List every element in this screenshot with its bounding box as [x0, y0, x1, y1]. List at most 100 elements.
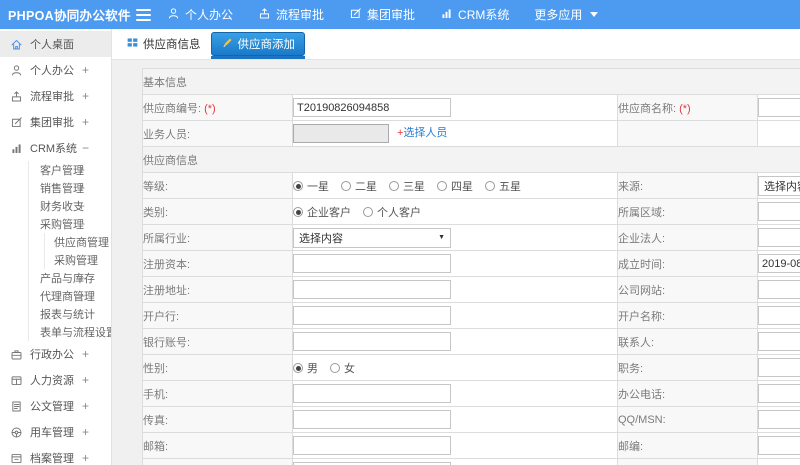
sidebar-item-personal-desktop[interactable]: 个人桌面 — [0, 31, 111, 57]
level-radio-1[interactable]: 二星 — [341, 178, 377, 194]
email-input[interactable] — [293, 436, 451, 455]
sidebar-item-supplier-mgmt[interactable]: 供应商管理 — [0, 233, 111, 251]
region-input[interactable] — [758, 202, 800, 221]
radio-button-icon[interactable] — [363, 206, 373, 217]
field-label: 邮箱: — [143, 440, 169, 453]
form-scroll-area: 基本信息供应商编号:(*)供应商名称:(*)业务人员:+选择人员供应商信息等级:… — [112, 60, 800, 465]
label-registered-capital: 注册资本: — [142, 250, 293, 277]
cell-legal-person — [757, 224, 800, 251]
tab-supplier-add-button[interactable]: 供应商添加 — [210, 32, 305, 56]
expander-icon[interactable]: + — [78, 289, 85, 303]
label-legal-person: 企业法人: — [617, 224, 758, 251]
fax-input[interactable] — [293, 410, 451, 429]
mobile-input[interactable] — [293, 384, 451, 403]
registered-address-input[interactable] — [293, 280, 451, 299]
label-address: 地址: — [142, 458, 293, 465]
label-empty-2 — [617, 458, 758, 465]
job-title-input[interactable] — [758, 358, 800, 377]
sidebar-item-archive-mgmt[interactable]: 档案管理 + — [0, 445, 111, 465]
topnav-item-workflow-approval[interactable]: 流程审批 — [258, 6, 324, 23]
expander-icon[interactable]: − — [82, 141, 89, 155]
chart-icon — [440, 7, 453, 23]
radio-button-icon[interactable] — [293, 362, 303, 373]
level-radio-3[interactable]: 四星 — [437, 178, 473, 194]
sidebar-item-group-approval[interactable]: 集团审批 + — [0, 109, 111, 135]
sidebar-item-human-resources[interactable]: 人力资源 + — [0, 367, 111, 393]
tab-supplier-info[interactable]: 供应商信息 — [126, 36, 201, 52]
bank-branch-input[interactable] — [293, 306, 451, 325]
gender-radio-1[interactable]: 女 — [330, 360, 355, 376]
expander-icon[interactable]: + — [78, 271, 85, 285]
category-radio-0[interactable]: 企业客户 — [293, 204, 351, 220]
expander-icon[interactable]: + — [78, 163, 85, 177]
sidebar-item-purchase-mgmt[interactable]: 采购管理 — [0, 251, 111, 269]
sidebar-item-personal-office[interactable]: 个人办公 + — [0, 57, 111, 83]
radio-button-icon[interactable] — [485, 180, 495, 191]
office-phone-input[interactable] — [758, 384, 800, 403]
sidebar-item-form-flow-settings[interactable]: 表单与流程设置+ — [0, 323, 111, 341]
sidebar-item-finance-inout[interactable]: 财务收支 + — [0, 197, 111, 215]
gender-radio-0[interactable]: 男 — [293, 360, 318, 376]
level-radio-2[interactable]: 三星 — [389, 178, 425, 194]
business-person-input[interactable] — [293, 124, 389, 143]
radio-button-icon[interactable] — [330, 362, 340, 373]
radio-button-icon[interactable] — [341, 180, 351, 191]
registered-capital-input[interactable] — [293, 254, 451, 273]
bank-account-input[interactable] — [293, 332, 451, 351]
source-select[interactable]: 选择内容▼ — [758, 175, 800, 196]
expander-icon[interactable]: + — [82, 425, 89, 439]
radio-button-icon[interactable] — [293, 180, 303, 191]
sidebar-item-agent-mgmt[interactable]: 代理商管理 + — [0, 287, 111, 305]
postcode-input[interactable] — [758, 436, 800, 455]
radio-button-icon[interactable] — [389, 180, 399, 191]
hamburger-menu-icon[interactable] — [136, 6, 151, 24]
sidebar-item-workflow-approval[interactable]: 流程审批 + — [0, 83, 111, 109]
sidebar-item-sales-mgmt[interactable]: 销售管理 + — [0, 179, 111, 197]
sidebar-item-purchase-mgmt-group[interactable]: 采购管理 − — [0, 215, 111, 233]
sidebar-item-product-inventory[interactable]: 产品与库存 + — [0, 269, 111, 287]
topnav-item-crm-system[interactable]: CRM系统 — [440, 6, 509, 23]
expander-icon[interactable]: + — [82, 63, 89, 77]
legal-person-input[interactable] — [758, 228, 800, 247]
cell-supplier-name — [757, 94, 800, 121]
supplier-form-table: 基本信息供应商编号:(*)供应商名称:(*)业务人员:+选择人员供应商信息等级:… — [142, 68, 800, 465]
supplier-code-input[interactable] — [293, 98, 451, 117]
sidebar-item-label: 行政办公 — [30, 349, 74, 361]
qq-msn-input[interactable] — [758, 410, 800, 429]
field-label: 办公电话: — [618, 388, 666, 401]
sidebar-item-customer-mgmt[interactable]: 客户管理 + — [0, 161, 111, 179]
expander-icon[interactable]: + — [82, 347, 89, 361]
topnav-item-personal-office[interactable]: 个人办公 — [167, 6, 233, 23]
cell-supplier-code — [292, 94, 618, 121]
category-radio-1[interactable]: 个人客户 — [363, 204, 421, 220]
sidebar-item-vehicle-mgmt[interactable]: 用车管理 + — [0, 419, 111, 445]
level-radio-0[interactable]: 一星 — [293, 178, 329, 194]
account-name-input[interactable] — [758, 306, 800, 325]
expander-icon[interactable]: + — [82, 115, 89, 129]
label-industry: 所属行业: — [142, 224, 293, 251]
form-row: 注册资本: 成立时间: — [142, 250, 800, 277]
expander-icon[interactable]: + — [82, 451, 89, 465]
radio-button-icon[interactable] — [293, 206, 303, 217]
industry-select[interactable]: 选择内容 ▼ — [293, 227, 451, 248]
expander-icon[interactable]: + — [82, 399, 89, 413]
sidebar-item-reports-stats[interactable]: 报表与统计 — [0, 305, 111, 323]
label-account-name: 开户名称: — [617, 302, 758, 329]
sidebar-item-document-mgmt[interactable]: 公文管理 + — [0, 393, 111, 419]
expander-icon[interactable]: + — [78, 199, 85, 213]
radio-button-icon[interactable] — [437, 180, 447, 191]
topnav-item-more-apps[interactable]: 更多应用 — [534, 6, 599, 23]
sidebar-item-admin-office[interactable]: 行政办公 + — [0, 341, 111, 367]
expander-icon[interactable]: − — [78, 217, 85, 231]
founding-date-input[interactable] — [758, 254, 800, 273]
expander-icon[interactable]: + — [82, 373, 89, 387]
contact-person-input[interactable] — [758, 332, 800, 351]
choose-person-link[interactable]: +选择人员 — [397, 127, 447, 139]
topnav-item-group-approval[interactable]: 集团审批 — [349, 6, 415, 23]
sidebar-item-crm-system[interactable]: CRM系统 − — [0, 135, 111, 161]
level-radio-4[interactable]: 五星 — [485, 178, 521, 194]
company-website-input[interactable] — [758, 280, 800, 299]
expander-icon[interactable]: + — [82, 89, 89, 103]
expander-icon[interactable]: + — [78, 181, 85, 195]
supplier-name-input[interactable] — [758, 98, 800, 117]
